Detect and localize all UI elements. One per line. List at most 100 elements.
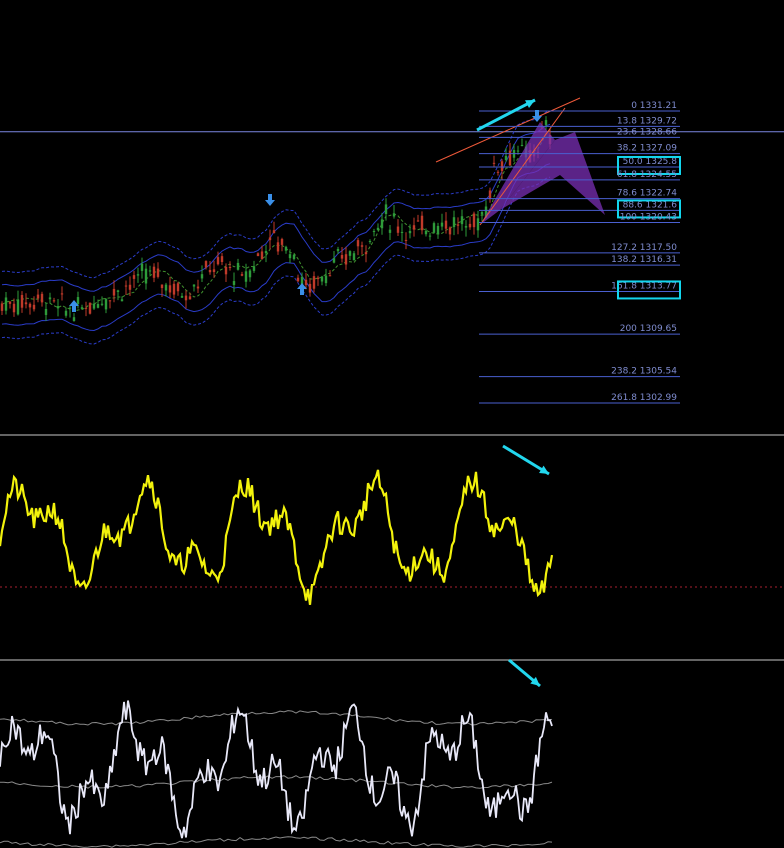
candle-body: [308, 283, 312, 293]
fib-level-label: 127.2 1317.50: [611, 243, 677, 253]
fib-level-label: 138.2 1316.31: [611, 255, 677, 265]
candle-body: [336, 248, 340, 252]
candle-body: [240, 274, 244, 276]
oscillator-1-panel: [0, 444, 784, 605]
candle-body: [476, 218, 480, 231]
candle-body: [80, 307, 84, 309]
candle-body: [228, 266, 232, 268]
candle-body: [44, 308, 48, 315]
candle-body: [144, 268, 148, 284]
candle-body: [456, 224, 460, 226]
candle-body: [120, 299, 124, 302]
candle-body: [16, 299, 20, 315]
oscillator-1-line: [0, 469, 554, 605]
candle-body: [480, 212, 484, 215]
candle-body: [52, 300, 56, 302]
candle-body: [340, 255, 344, 259]
candle-body: [400, 231, 404, 233]
fib-level-label: 50.0 1325.8: [623, 157, 678, 167]
fib-level-label: 88.6 1321.6: [623, 200, 678, 210]
candle-body: [236, 262, 240, 270]
candle-body: [408, 230, 412, 234]
trading-chart: 0 1331.21 13.8 1329.7223.6 1328.66 38.2 13…: [0, 97, 784, 848]
fib-level-label: 161.8 1313.77: [611, 281, 677, 291]
candle-body: [440, 222, 444, 227]
candle-body: [192, 284, 196, 287]
candle-body: [208, 269, 212, 273]
candle-body: [252, 266, 256, 271]
arrow-shaft: [476, 98, 536, 132]
candle-body: [4, 297, 8, 311]
candle-body: [0, 303, 4, 311]
candle-body: [472, 213, 476, 228]
candle-body: [464, 226, 468, 228]
candle-body: [20, 295, 24, 308]
candle-body: [32, 304, 36, 310]
candle-body: [320, 276, 324, 282]
bollinger-upper-band: [1, 110, 551, 279]
candle-body: [244, 271, 248, 282]
candle-body: [420, 215, 424, 231]
candle-body: [176, 283, 180, 292]
candle-body: [348, 251, 352, 256]
candle-body: [372, 230, 376, 232]
candle-body: [280, 239, 284, 245]
oscillator-2-line: [0, 700, 553, 839]
candle-body: [452, 217, 456, 228]
candle-body: [232, 281, 236, 285]
candle-body: [112, 288, 116, 296]
candle-body: [276, 242, 280, 252]
candle-body: [76, 297, 80, 304]
candle-body: [216, 257, 220, 265]
candle-body: [116, 290, 120, 292]
candle-body: [148, 270, 152, 272]
candle-body: [432, 223, 436, 233]
divergence-arrow-icon: [502, 444, 550, 476]
fib-level-label: 100 1320.43: [620, 213, 677, 223]
candle-body: [520, 144, 524, 146]
candle-body: [496, 171, 500, 173]
candle-body: [48, 297, 52, 300]
candle-body: [256, 253, 260, 257]
candle-body: [92, 303, 96, 309]
candle-body: [488, 190, 492, 199]
oscillator-2-panel: [0, 658, 553, 848]
candle-body: [96, 304, 100, 308]
arrow-shape: [265, 194, 275, 206]
candle-body: [396, 226, 400, 233]
candle-body: [460, 216, 464, 225]
candle-body: [24, 302, 28, 305]
candle-body: [60, 293, 64, 295]
candle-body: [344, 254, 348, 265]
candle-body: [272, 230, 276, 234]
candle-body: [288, 254, 292, 259]
candle-body: [352, 253, 356, 261]
candle-body: [500, 161, 504, 172]
candle-body: [516, 150, 520, 152]
candle-body: [104, 299, 108, 310]
fib-level-label: 23.6 1328.66: [617, 127, 677, 137]
bollinger-lower-band: [1, 176, 551, 345]
oscillator-2-middle-band: [0, 775, 553, 789]
candle-body: [392, 213, 396, 217]
candle-body: [508, 150, 512, 166]
candle-body: [388, 229, 392, 233]
candle-body: [380, 219, 384, 229]
candle-body: [424, 230, 428, 235]
candle-body: [172, 283, 176, 295]
candle-body: [152, 266, 156, 278]
candle-body: [100, 303, 104, 305]
candle-body: [544, 120, 548, 125]
fib-level-label: 261.8 1302.99: [611, 393, 677, 403]
candle-body: [264, 251, 268, 254]
candle-body: [188, 296, 192, 300]
candle-body: [368, 241, 372, 243]
candle-body: [164, 284, 168, 291]
candle-body: [448, 227, 452, 235]
candle-body: [136, 274, 140, 276]
candle-body: [156, 268, 160, 277]
candle-body: [88, 302, 92, 314]
candle-body: [444, 220, 448, 229]
candle-body: [212, 269, 216, 273]
fractal-down-arrow-icon: [265, 194, 275, 206]
